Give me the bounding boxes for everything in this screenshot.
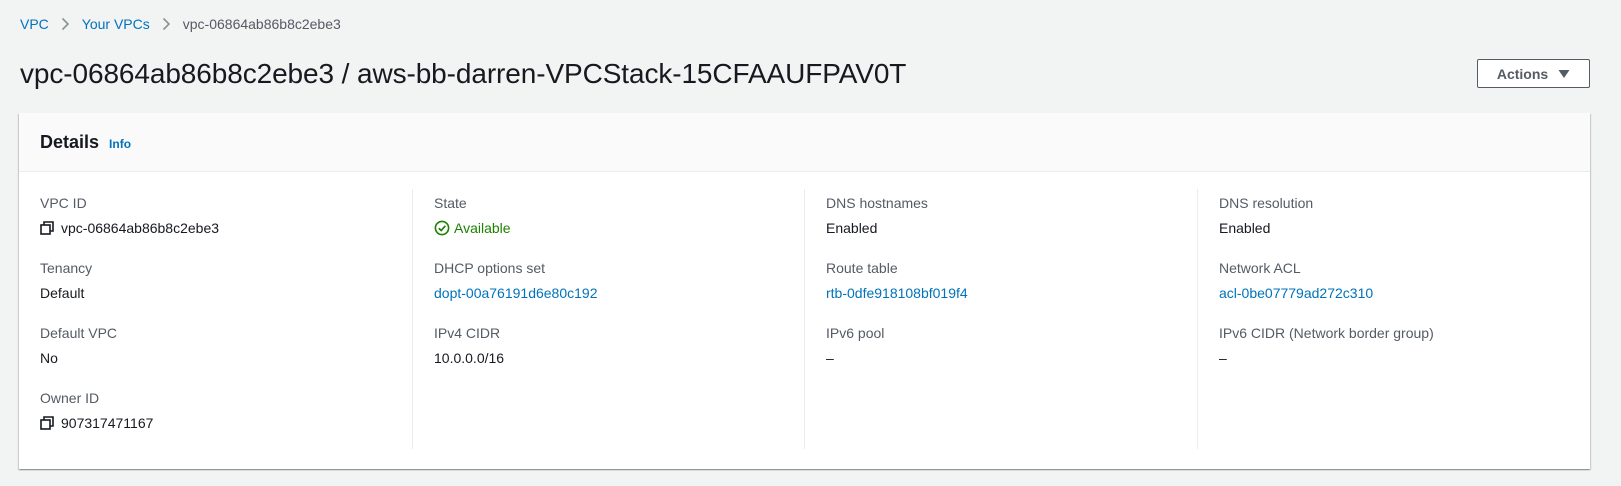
default-vpc-value: No <box>40 350 58 366</box>
field-label: VPC ID <box>40 195 87 211</box>
details-column-1: VPC ID vpc-06864ab86b8c2ebe3 Tenancy Def… <box>19 189 412 449</box>
field-ipv6-pool: IPv6 pool – <box>826 319 1197 384</box>
field-value: vpc-06864ab86b8c2ebe3 <box>40 219 412 237</box>
check-circle-icon <box>434 220 450 236</box>
field-label: IPv4 CIDR <box>434 325 501 341</box>
chevron-right-icon <box>162 17 171 31</box>
dhcp-options-link[interactable]: dopt-00a76191d6e80c192 <box>434 284 804 302</box>
breadcrumb-vpc-link[interactable]: VPC <box>20 16 49 32</box>
actions-button-label: Actions <box>1496 65 1549 82</box>
dns-hostnames-value: Enabled <box>826 220 878 236</box>
tenancy-value: Default <box>40 285 85 301</box>
field-label: Network ACL <box>1219 260 1301 276</box>
details-column-4: DNS resolution Enabled Network ACL acl-0… <box>1197 189 1590 449</box>
field-dns-hostnames: DNS hostnames Enabled <box>826 189 1197 254</box>
details-panel-header: Details Info <box>19 113 1590 172</box>
chevron-right-icon <box>61 17 70 31</box>
field-ipv4-cidr: IPv4 CIDR 10.0.0.0/16 <box>434 319 804 384</box>
field-label: DHCP options set <box>434 260 546 276</box>
field-vpc-id: VPC ID vpc-06864ab86b8c2ebe3 <box>40 189 412 254</box>
field-label: IPv6 pool <box>826 325 885 341</box>
field-route-table: Route table rtb-0dfe918108bf019f4 <box>826 254 1197 319</box>
copy-icon[interactable] <box>40 416 54 430</box>
page-title: vpc-06864ab86b8c2ebe3 / aws-bb-darren-VP… <box>20 58 907 89</box>
field-label: Owner ID <box>40 390 100 406</box>
field-network-acl: Network ACL acl-0be07779ad272c310 <box>1219 254 1590 319</box>
details-columns: VPC ID vpc-06864ab86b8c2ebe3 Tenancy Def… <box>19 189 1590 449</box>
field-state: State Available <box>434 189 804 254</box>
field-label: IPv6 CIDR (Network border group) <box>1219 325 1434 341</box>
field-label: State <box>434 195 467 211</box>
copy-icon[interactable] <box>40 221 54 235</box>
field-label: Tenancy <box>40 260 93 276</box>
field-default-vpc: Default VPC No <box>40 319 412 384</box>
field-dhcp-options-set: DHCP options set dopt-00a76191d6e80c192 <box>434 254 804 319</box>
field-value: 907317471167 <box>40 414 412 432</box>
breadcrumb-current: vpc-06864ab86b8c2ebe3 <box>182 16 341 32</box>
field-tenancy: Tenancy Default <box>40 254 412 319</box>
details-column-2: State Available DHCP options set dopt-00… <box>412 189 804 449</box>
details-panel: Details Info VPC ID vpc-06864ab86b8c2ebe… <box>19 113 1590 469</box>
ipv6-cidr-value: – <box>1219 350 1227 366</box>
breadcrumb: VPC Your VPCs vpc-06864ab86b8c2ebe3 <box>20 14 341 34</box>
field-owner-id: Owner ID 907317471167 <box>40 384 412 449</box>
breadcrumb-your-vpcs-link[interactable]: Your VPCs <box>82 16 150 32</box>
field-dns-resolution: DNS resolution Enabled <box>1219 189 1590 254</box>
dns-resolution-value: Enabled <box>1219 220 1271 236</box>
route-table-link[interactable]: rtb-0dfe918108bf019f4 <box>826 284 1197 302</box>
field-label: Route table <box>826 260 898 276</box>
field-label: Default VPC <box>40 325 118 341</box>
owner-id-value: 907317471167 <box>61 415 154 431</box>
ipv6-pool-value: – <box>826 350 834 366</box>
details-column-3: DNS hostnames Enabled Route table rtb-0d… <box>804 189 1197 449</box>
field-ipv6-cidr: IPv6 CIDR (Network border group) – <box>1219 319 1590 384</box>
status-badge: Available <box>434 219 804 237</box>
state-value: Available <box>454 220 511 236</box>
ipv4-cidr-value: 10.0.0.0/16 <box>434 350 505 366</box>
vpc-details-page: VPC Your VPCs vpc-06864ab86b8c2ebe3 vpc-… <box>0 0 1621 486</box>
network-acl-link[interactable]: acl-0be07779ad272c310 <box>1219 284 1590 302</box>
field-label: DNS resolution <box>1219 195 1314 211</box>
vpc-id-value: vpc-06864ab86b8c2ebe3 <box>61 220 220 236</box>
caret-down-icon <box>1558 69 1570 78</box>
actions-button[interactable]: Actions <box>1477 59 1590 88</box>
details-title: Details <box>40 131 100 152</box>
info-link[interactable]: Info <box>109 137 131 151</box>
field-label: DNS hostnames <box>826 195 928 211</box>
